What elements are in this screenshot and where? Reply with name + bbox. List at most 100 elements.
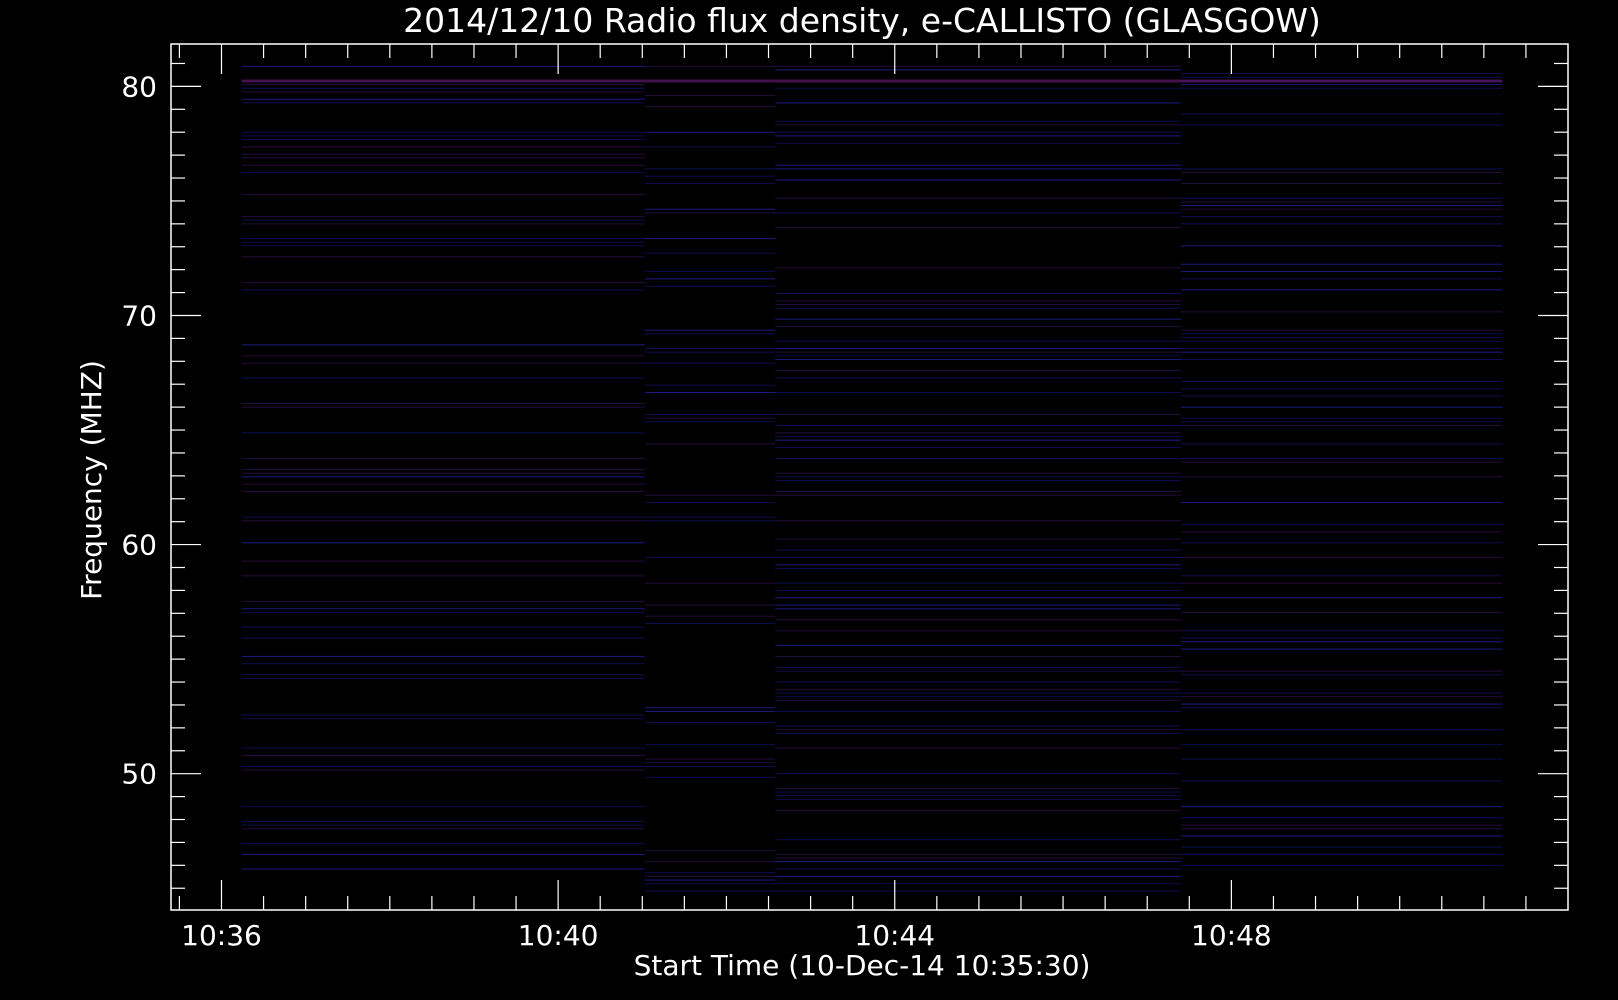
noise-channel: [775, 168, 1181, 170]
noise-channel: [241, 98, 645, 100]
noise-channel: [644, 765, 776, 767]
noise-channel: [1180, 395, 1503, 397]
y-tick-label: 60: [121, 529, 157, 562]
noise-channel: [644, 384, 776, 386]
noise-channel: [775, 227, 1181, 229]
noise-channel: [775, 608, 1181, 610]
noise-channel: [775, 318, 1181, 320]
noise-channel: [644, 582, 776, 584]
noise-channel: [241, 626, 645, 628]
noise-channel: [775, 87, 1181, 89]
noise-channel: [775, 307, 1181, 309]
noise-channel: [1180, 670, 1503, 672]
noise-channel: [1180, 87, 1503, 89]
noise-channel: [1180, 183, 1503, 185]
noise-channel: [241, 608, 645, 610]
noise-channel: [775, 787, 1181, 789]
bottom-band: [775, 79, 1181, 83]
noise-channel: [1180, 637, 1503, 639]
noise-channel: [644, 168, 776, 170]
noise-channel: [1180, 674, 1503, 676]
noise-channel: [241, 91, 645, 93]
noise-channel: [1180, 205, 1503, 207]
noise-channel: [241, 754, 645, 756]
noise-channel: [241, 472, 645, 474]
noise-channel: [775, 538, 1181, 540]
noise-channel: [644, 443, 776, 445]
bottom-band: [1180, 79, 1503, 83]
noise-channel: [644, 604, 776, 606]
noise-channel: [1180, 348, 1503, 350]
noise-channel: [1180, 417, 1503, 419]
noise-channel: [241, 765, 645, 767]
spectrogram-chart: 10:36 10:40 10:44 10:48 50 60 70 80 2014/12/10 …: [0, 0, 1618, 1000]
noise-channel: [644, 175, 776, 177]
noise-channel: [1180, 476, 1503, 478]
noise-channel: [1180, 201, 1503, 203]
noise-channel: [644, 348, 776, 350]
noise-channel: [1180, 263, 1503, 265]
noise-channel: [241, 289, 645, 291]
noise-channel: [775, 457, 1181, 459]
noise-channel: [775, 710, 1181, 712]
noise-channel: [775, 696, 1181, 698]
x-tick-label: 10:44: [854, 919, 935, 952]
noise-channel: [644, 329, 776, 331]
noise-channel: [775, 798, 1181, 800]
noise-channel: [241, 747, 645, 749]
noise-channel: [775, 619, 1181, 621]
noise-channel: [775, 494, 1181, 496]
noise-channel: [775, 102, 1181, 104]
noise-channel: [241, 520, 645, 522]
noise-channel: [241, 868, 645, 870]
noise-channel: [775, 135, 1181, 137]
noise-channel: [644, 890, 776, 892]
noise-channel: [775, 567, 1181, 569]
noise-channel: [775, 212, 1181, 214]
noise-channel: [644, 516, 776, 518]
noise-channel: [1180, 424, 1503, 426]
noise-channel: [775, 65, 1181, 67]
noise-channel: [241, 714, 645, 716]
noise-channel: [241, 146, 645, 148]
noise-channel: [241, 245, 645, 247]
noise-channel: [644, 252, 776, 254]
noise-channel: [1180, 113, 1503, 115]
y-tick-label: 80: [121, 70, 157, 103]
noise-channel: [775, 120, 1181, 122]
noise-channel: [1180, 443, 1503, 445]
noise-channel: [775, 479, 1181, 481]
noise-channel: [644, 238, 776, 240]
noise-channel: [241, 219, 645, 221]
noise-channel: [1180, 828, 1503, 830]
noise-channel: [644, 879, 776, 881]
noise-channel: [644, 520, 776, 522]
noise-channel: [775, 392, 1181, 394]
noise-channel: [1180, 707, 1503, 709]
noise-channel: [1180, 359, 1503, 361]
noise-channel: [241, 238, 645, 240]
noise-channel: [775, 839, 1181, 841]
noise-channel: [775, 377, 1181, 379]
noise-channel: [241, 355, 645, 357]
noise-channel: [775, 549, 1181, 551]
noise-channel: [1180, 329, 1503, 331]
noise-channel: [775, 666, 1181, 668]
noise-channel: [241, 483, 645, 485]
noise-channel: [775, 131, 1181, 133]
noise-channel: [241, 769, 645, 771]
noise-channel: [1180, 824, 1503, 826]
noise-channel: [775, 670, 1181, 672]
noise-channel: [775, 69, 1181, 71]
noise-channel: [1180, 835, 1503, 837]
noise-channel: [775, 725, 1181, 727]
noise-channel: [1180, 351, 1503, 353]
noise-channel: [1180, 271, 1503, 273]
noise-channel: [775, 142, 1181, 144]
noise-channel: [241, 157, 645, 159]
noise-channel: [241, 663, 645, 665]
noise-channel: [241, 194, 645, 196]
noise-channel: [644, 183, 776, 185]
noise-channel: [775, 791, 1181, 793]
noise-channel: [1180, 381, 1503, 383]
